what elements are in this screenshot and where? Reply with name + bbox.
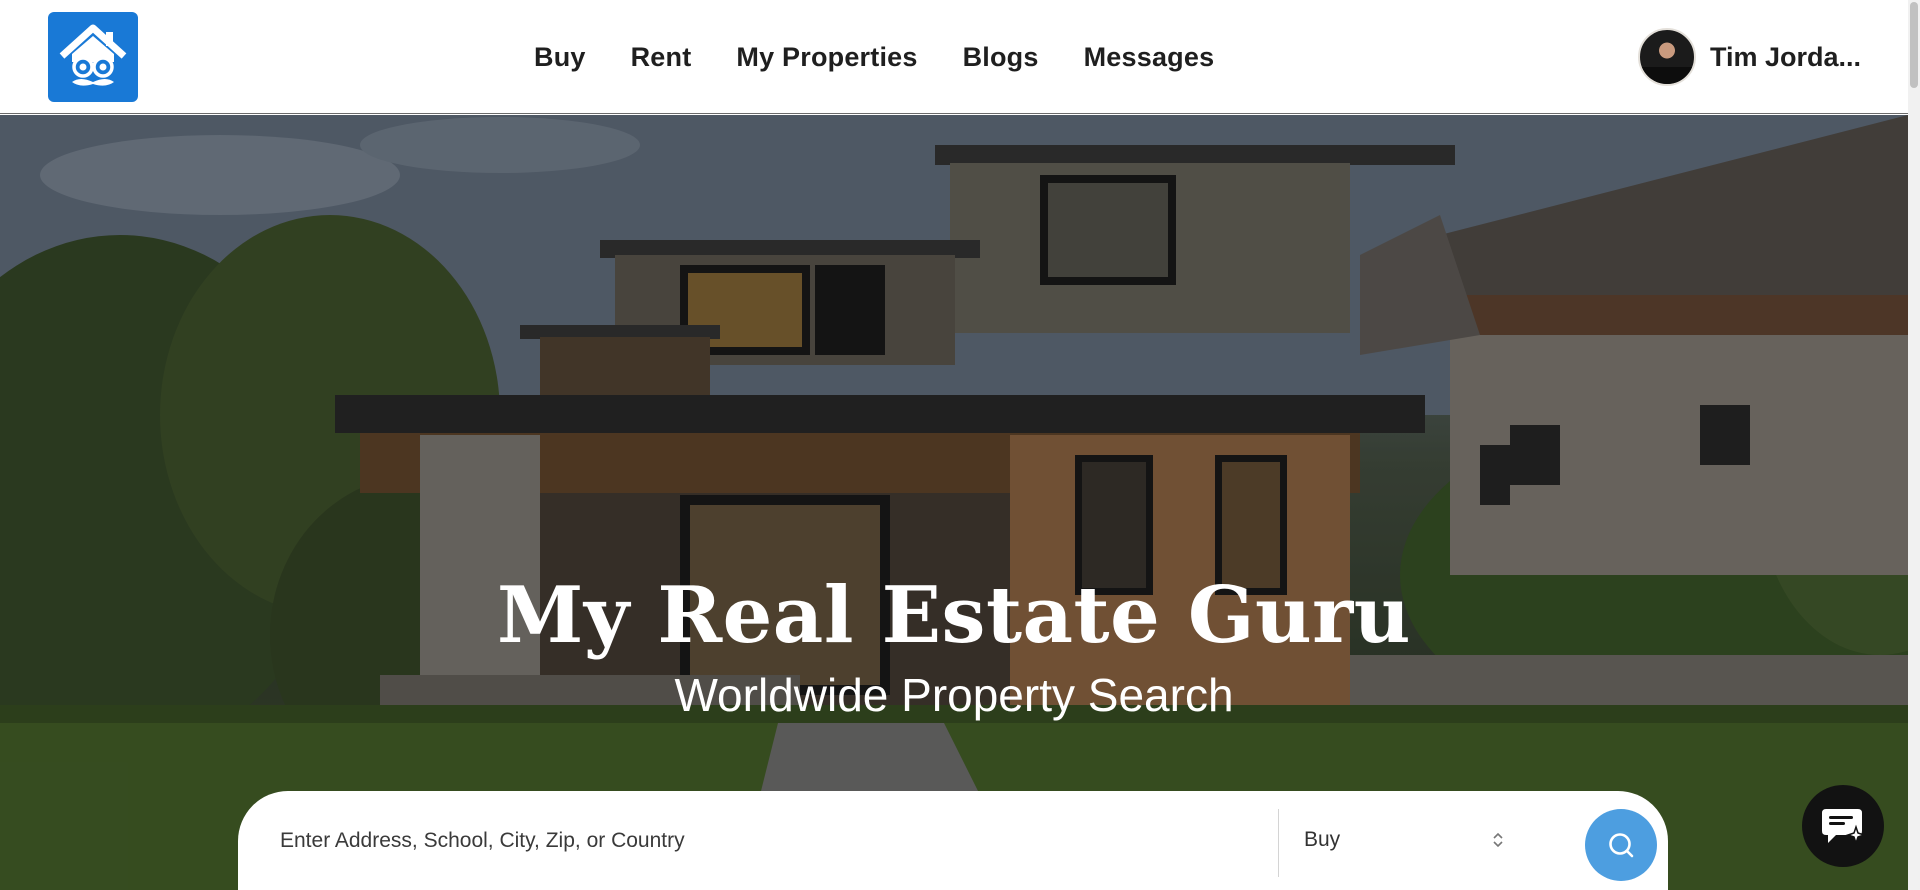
main-nav: Buy Rent My Properties Blogs Messages [534,0,1214,114]
hero-subtitle: Worldwide Property Search [674,669,1234,721]
listing-type-select[interactable]: Buy [1304,817,1504,863]
house-guru-logo-icon [59,24,127,86]
page-scrollbar[interactable] [1908,0,1920,890]
user-menu[interactable]: Tim Jorda... [1638,27,1861,87]
avatar [1638,28,1696,86]
hero-title: My Real Estate Guru [497,570,1411,661]
nav-messages[interactable]: Messages [1084,42,1215,73]
chat-sparkle-icon [1822,809,1866,846]
nav-buy[interactable]: Buy [534,42,586,73]
search-input[interactable] [280,819,1240,863]
hero-dim-overlay [0,115,1908,890]
chat-button[interactable] [1802,785,1884,867]
nav-rent[interactable]: Rent [631,42,692,73]
search-icon [1609,833,1634,858]
nav-blogs[interactable]: Blogs [963,42,1039,73]
nav-my-properties[interactable]: My Properties [736,42,917,73]
property-search-bar: Buy [238,791,1668,890]
search-button[interactable] [1585,809,1657,881]
home-logo[interactable] [48,12,138,102]
select-updown-icon [1492,830,1504,850]
user-name: Tim Jorda... [1710,41,1862,72]
search-divider [1278,809,1279,877]
listing-type-value: Buy [1304,828,1341,851]
scrollbar-thumb[interactable] [1910,2,1918,88]
hero-banner: My Real Estate Guru Worldwide Property S… [0,115,1908,890]
top-navbar: Buy Rent My Properties Blogs Messages Ti… [0,0,1908,114]
